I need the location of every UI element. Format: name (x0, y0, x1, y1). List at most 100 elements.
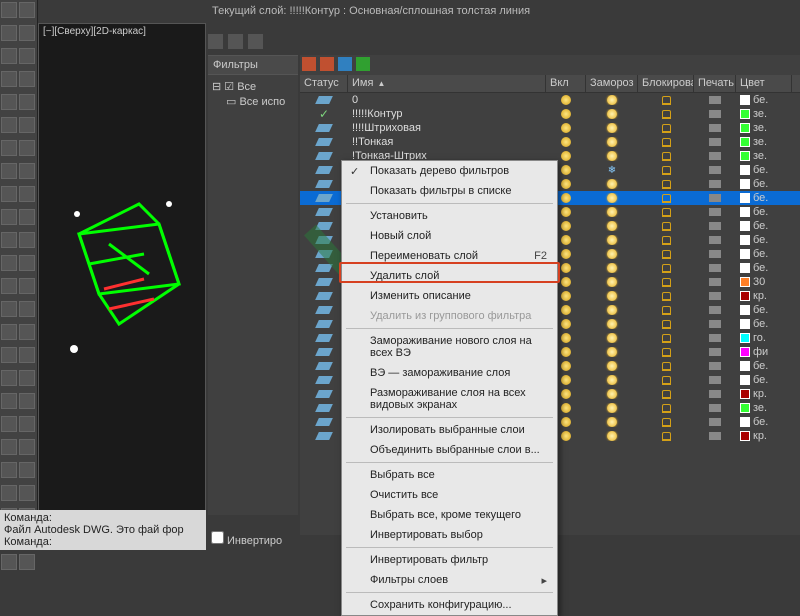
tool-button[interactable] (19, 232, 35, 248)
visibility-bulb-icon[interactable] (561, 333, 571, 343)
printer-icon[interactable] (709, 250, 721, 258)
printer-icon[interactable] (709, 152, 721, 160)
sun-icon[interactable] (607, 263, 617, 273)
visibility-bulb-icon[interactable] (561, 263, 571, 273)
toolbar-btn[interactable] (228, 34, 243, 49)
col-name[interactable]: Имя▲ (348, 75, 546, 92)
color-swatch[interactable] (740, 193, 750, 203)
menu-item[interactable]: Сохранить конфигурацию... (342, 595, 557, 615)
sun-icon[interactable] (607, 361, 617, 371)
printer-icon[interactable] (709, 334, 721, 342)
sun-icon[interactable] (607, 417, 617, 427)
visibility-bulb-icon[interactable] (561, 403, 571, 413)
tool-button[interactable] (1, 94, 17, 110)
sun-icon[interactable] (607, 221, 617, 231)
menu-item[interactable]: Установить (342, 206, 557, 226)
color-swatch[interactable] (740, 221, 750, 231)
menu-item[interactable]: ВЭ — замораживание слоя (342, 363, 557, 383)
lock-open-icon[interactable] (662, 278, 671, 287)
tool-button[interactable] (19, 140, 35, 156)
lock-open-icon[interactable] (662, 96, 671, 105)
col-on[interactable]: Вкл (546, 75, 586, 92)
visibility-bulb-icon[interactable] (561, 249, 571, 259)
printer-icon[interactable] (709, 180, 721, 188)
menu-item[interactable]: Изолировать выбранные слои (342, 420, 557, 440)
color-swatch[interactable] (740, 165, 750, 175)
tool-button[interactable] (1, 485, 17, 501)
tool-button[interactable] (19, 324, 35, 340)
visibility-bulb-icon[interactable] (561, 123, 571, 133)
lock-open-icon[interactable] (662, 362, 671, 371)
color-swatch[interactable] (740, 347, 750, 357)
color-swatch[interactable] (740, 263, 750, 273)
color-swatch[interactable] (740, 249, 750, 259)
lock-open-icon[interactable] (662, 306, 671, 315)
tool-button[interactable] (1, 186, 17, 202)
tool-button[interactable] (19, 416, 35, 432)
lock-open-icon[interactable] (662, 180, 671, 189)
color-swatch[interactable] (740, 375, 750, 385)
tool-button[interactable] (19, 439, 35, 455)
tool-button[interactable] (1, 71, 17, 87)
color-swatch[interactable] (740, 361, 750, 371)
sun-icon[interactable] (607, 137, 617, 147)
sun-icon[interactable] (607, 151, 617, 161)
menu-item[interactable]: Фильтры слоев▸ (342, 570, 557, 590)
printer-icon[interactable] (709, 432, 721, 440)
toolbar-btn[interactable] (248, 34, 263, 49)
visibility-bulb-icon[interactable] (561, 109, 571, 119)
printer-icon[interactable] (709, 376, 721, 384)
command-line[interactable]: Команда: Файл Autodesk DWG. Это фай фор … (0, 510, 206, 550)
visibility-bulb-icon[interactable] (561, 207, 571, 217)
tool-button[interactable] (1, 117, 17, 133)
visibility-bulb-icon[interactable] (561, 151, 571, 161)
sun-icon[interactable] (607, 333, 617, 343)
col-color[interactable]: Цвет (736, 75, 792, 92)
color-swatch[interactable] (740, 109, 750, 119)
menu-item[interactable]: Размораживание слоя на всех видовых экра… (342, 383, 557, 415)
menu-item[interactable]: Выбрать все, кроме текущего (342, 505, 557, 525)
tool-button[interactable] (1, 232, 17, 248)
color-swatch[interactable] (740, 333, 750, 343)
visibility-bulb-icon[interactable] (561, 221, 571, 231)
visibility-bulb-icon[interactable] (561, 375, 571, 385)
lock-open-icon[interactable] (662, 250, 671, 259)
sun-icon[interactable] (607, 431, 617, 441)
lock-open-icon[interactable] (662, 222, 671, 231)
lock-open-icon[interactable] (662, 152, 671, 161)
lock-open-icon[interactable] (662, 208, 671, 217)
tool-button[interactable] (19, 94, 35, 110)
menu-item[interactable]: Изменить описание (342, 286, 557, 306)
tool-button[interactable] (1, 163, 17, 179)
color-swatch[interactable] (740, 235, 750, 245)
visibility-bulb-icon[interactable] (561, 291, 571, 301)
tool-button[interactable] (19, 186, 35, 202)
printer-icon[interactable] (709, 320, 721, 328)
tool-button[interactable] (19, 2, 35, 18)
sun-icon[interactable] (607, 95, 617, 105)
layer-row[interactable]: !!!!Штриховаязе. (300, 121, 800, 135)
layer-row[interactable]: !!Тонкаязе. (300, 135, 800, 149)
tool-button[interactable] (19, 554, 35, 570)
lock-open-icon[interactable] (662, 110, 671, 119)
sun-icon[interactable] (607, 375, 617, 385)
sun-icon[interactable] (607, 277, 617, 287)
layer-row[interactable]: ✓!!!!!Контурзе. (300, 107, 800, 121)
sun-icon[interactable] (607, 305, 617, 315)
col-print[interactable]: Печать (694, 75, 736, 92)
tool-button[interactable] (1, 439, 17, 455)
sun-icon[interactable] (607, 207, 617, 217)
menu-item[interactable]: Выбрать все (342, 465, 557, 485)
printer-icon[interactable] (709, 124, 721, 132)
color-swatch[interactable] (740, 431, 750, 441)
lock-open-icon[interactable] (662, 194, 671, 203)
lock-open-icon[interactable] (662, 236, 671, 245)
layer-icon[interactable] (356, 57, 370, 71)
visibility-bulb-icon[interactable] (561, 235, 571, 245)
tool-button[interactable] (1, 140, 17, 156)
color-swatch[interactable] (740, 123, 750, 133)
color-swatch[interactable] (740, 151, 750, 161)
lock-open-icon[interactable] (662, 418, 671, 427)
viewport-2d[interactable]: [−][Сверху][2D-каркас] (38, 23, 206, 513)
tool-button[interactable] (19, 255, 35, 271)
